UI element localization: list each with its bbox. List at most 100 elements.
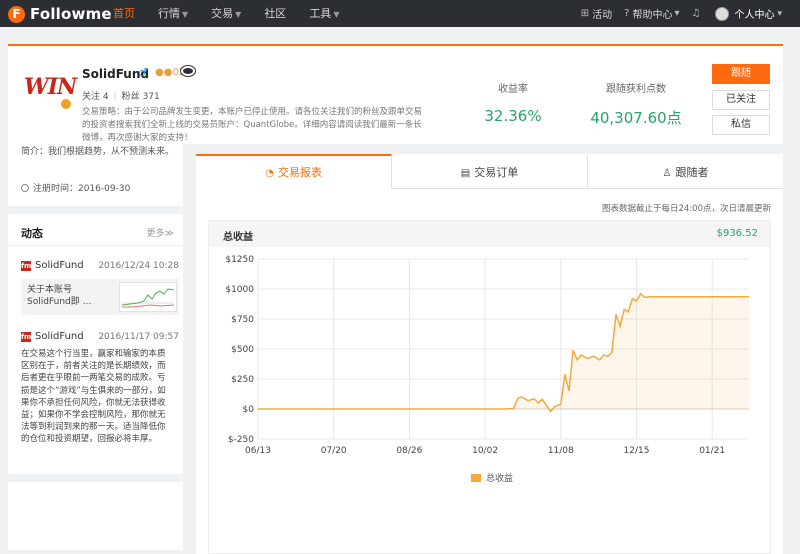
trading-strategy: 交易策略：由于公司品牌发生变更，本账户已停止使用。请各位关注我们的粉丝及跟单交易… bbox=[82, 107, 423, 143]
report-tabs: ◔ 交易报表 ▤ 交易订单 ♙ 跟随者 bbox=[196, 154, 783, 190]
y-tick-label: $500 bbox=[231, 345, 254, 355]
follow-stats: 关注 4 | 粉丝 371 bbox=[82, 92, 160, 102]
eye-icon bbox=[181, 66, 195, 76]
followed-button[interactable]: 已关注 bbox=[712, 90, 770, 110]
divider bbox=[8, 245, 183, 246]
legend-label: 总收益 bbox=[486, 474, 514, 484]
top-navbar: F Followme 首页 行情 ▼ 交易 ▼ 社区 工具 ▼ ⊞ 活动 ? 帮助中心 ▾ … bbox=[0, 0, 800, 27]
post-header: fm SolidFund 2016/12/24 10:28 bbox=[21, 260, 179, 271]
dynamics-panel: 动态 更多≫ fm SolidFund 2016/12/24 10:28 关于本… bbox=[8, 214, 183, 474]
list-item[interactable]: fm SolidFund 2016/11/17 09:57 在交易这个行当里，赢… bbox=[21, 331, 179, 446]
data-update-note: 图表数据截止于每日24:00点，次日清晨更新 bbox=[602, 204, 771, 214]
y-tick-label: $-250 bbox=[228, 435, 254, 445]
nav-community[interactable]: 社区 bbox=[264, 0, 286, 27]
tab-trade-orders[interactable]: ▤ 交易订单 bbox=[392, 154, 588, 188]
fans-label: 粉丝 bbox=[121, 92, 140, 102]
nav-tools-label: 工具 bbox=[309, 7, 332, 20]
activity-link[interactable]: ⊞ 活动 bbox=[581, 6, 612, 21]
right-nav: ⊞ 活动 ? 帮助中心 ▾ ♫ 个人中心 ▾ bbox=[581, 0, 800, 27]
author-logo-icon: fm bbox=[21, 260, 32, 271]
return-rate-metric: 收益率 32.36% bbox=[468, 80, 558, 125]
logo-mark: F bbox=[8, 5, 25, 23]
fans-count[interactable]: 371 bbox=[143, 92, 160, 102]
follow-count[interactable]: 4 bbox=[103, 92, 109, 102]
male-icon: ♂ bbox=[138, 66, 148, 79]
profile-info-panel: 简介：我们根据趋势，从不预测未来。 注册时间：2016-09-30 bbox=[8, 144, 183, 206]
post-preview-text: 关于本账号SolidFund即 ... bbox=[27, 285, 92, 307]
legend-swatch bbox=[471, 473, 481, 482]
x-tick-label: 11/08 bbox=[548, 446, 574, 456]
post-body: 在交易这个行当里，赢家和输家的本质区别在于，前者关注的是长期绩效，而后者更在乎眼… bbox=[21, 349, 166, 445]
message-button[interactable]: 私信 bbox=[712, 115, 770, 135]
registered-date: 注册时间：2016-09-30 bbox=[21, 181, 130, 194]
nav-tools[interactable]: 工具 ▼ bbox=[309, 0, 339, 27]
main-nav: 首页 行情 ▼ 交易 ▼ 社区 工具 ▼ bbox=[113, 0, 362, 27]
return-rate-value: 32.36% bbox=[484, 107, 542, 125]
chart-header: 总收益 $936.52 bbox=[209, 221, 770, 247]
registered-text: 注册时间：2016-09-30 bbox=[33, 184, 131, 194]
main-panel: ◔ 交易报表 ▤ 交易订单 ♙ 跟随者 图表数据截止于每日24:00点，次日清晨更新 … bbox=[196, 154, 783, 554]
post-header: fm SolidFund 2016/11/17 09:57 bbox=[21, 331, 179, 342]
page-scrollbar[interactable] bbox=[790, 27, 800, 554]
help-center-link[interactable]: ? 帮助中心 ▾ bbox=[624, 6, 679, 21]
tab-trade-report[interactable]: ◔ 交易报表 bbox=[196, 154, 392, 190]
post-time: 2016/12/24 10:28 bbox=[98, 260, 179, 271]
nav-community-label: 社区 bbox=[264, 7, 287, 20]
clock-icon bbox=[21, 184, 29, 192]
follow-profit-metric: 跟随获利点数 40,307.60点 bbox=[571, 80, 701, 128]
post-time: 2016/11/17 09:57 bbox=[98, 331, 179, 342]
nav-market[interactable]: 行情 ▼ bbox=[158, 0, 188, 27]
bell-icon: ♫ bbox=[691, 8, 701, 19]
user-center-label: 个人中心 bbox=[734, 10, 775, 21]
nav-home-label: 首页 bbox=[113, 7, 135, 20]
total-profit-chart-card: 总收益 $936.52 $1250 $1000 $750 $500 $250 $0 $-25… bbox=[208, 220, 771, 554]
tab-label: 交易订单 bbox=[474, 166, 519, 179]
chevron-down-icon: ▾ bbox=[674, 8, 680, 19]
follow-label: 关注 bbox=[82, 92, 101, 102]
user-center-menu[interactable]: 个人中心 ▾ bbox=[715, 6, 782, 21]
chevron-down-icon: ▼ bbox=[182, 10, 189, 19]
avatar bbox=[715, 6, 730, 21]
nav-home[interactable]: 首页 bbox=[113, 0, 135, 27]
activity-label: 活动 bbox=[592, 10, 613, 21]
y-tick-label: $250 bbox=[231, 375, 254, 385]
verified-badge-icon bbox=[60, 98, 72, 110]
return-rate-label: 收益率 bbox=[498, 84, 528, 95]
chevron-down-icon: ▾ bbox=[777, 8, 782, 19]
logo-text: Followme bbox=[30, 5, 112, 23]
post-author[interactable]: SolidFund bbox=[35, 260, 84, 271]
tab-label: 跟随者 bbox=[675, 166, 709, 179]
intro-text: 简介：我们根据趋势，从不预测未来。 bbox=[21, 147, 175, 157]
chevron-down-icon: ▼ bbox=[333, 10, 340, 19]
series-area bbox=[258, 293, 749, 412]
follow-profit-label: 跟随获利点数 bbox=[606, 84, 666, 95]
nav-trade-label: 交易 bbox=[211, 7, 234, 20]
total-profit-chart[interactable]: $1250 $1000 $750 $500 $250 $0 $-25006/13 07/20 0… bbox=[209, 247, 770, 469]
chart-legend[interactable]: 总收益 bbox=[471, 471, 513, 484]
document-icon: ▤ bbox=[460, 168, 471, 179]
list-item[interactable]: fm SolidFund 2016/12/24 10:28 关于本账号Solid… bbox=[21, 260, 179, 315]
pie-chart-icon: ◔ bbox=[265, 168, 274, 179]
tab-label: 交易报表 bbox=[277, 166, 322, 179]
nav-market-label: 行情 bbox=[158, 7, 180, 20]
gift-icon: ⊞ bbox=[580, 8, 590, 19]
x-tick-label: 12/15 bbox=[624, 446, 650, 456]
dynamics-title: 动态 bbox=[21, 227, 43, 240]
post-preview-card[interactable]: 关于本账号SolidFund即 ... bbox=[21, 279, 179, 315]
x-tick-label: 06/13 bbox=[245, 446, 271, 456]
author-logo-icon: fm bbox=[21, 331, 32, 342]
nav-trade[interactable]: 交易 ▼ bbox=[211, 0, 241, 27]
more-link[interactable]: 更多≫ bbox=[147, 226, 174, 239]
notification-bell[interactable]: ♫ bbox=[692, 8, 704, 19]
y-tick-label: $1000 bbox=[225, 285, 254, 295]
tab-followers[interactable]: ♙ 跟随者 bbox=[588, 154, 783, 188]
followme-logo[interactable]: F Followme bbox=[8, 4, 112, 24]
follow-button[interactable]: 跟随 bbox=[712, 64, 770, 84]
sidebar-extra-panel bbox=[8, 482, 183, 550]
post-author[interactable]: SolidFund bbox=[35, 331, 84, 342]
user-icon: ♙ bbox=[662, 168, 672, 179]
chevron-down-icon: ▼ bbox=[235, 10, 242, 19]
x-tick-label: 10/02 bbox=[472, 446, 498, 456]
y-tick-label: $1250 bbox=[225, 255, 254, 265]
chart-total-value: $936.52 bbox=[716, 228, 758, 239]
